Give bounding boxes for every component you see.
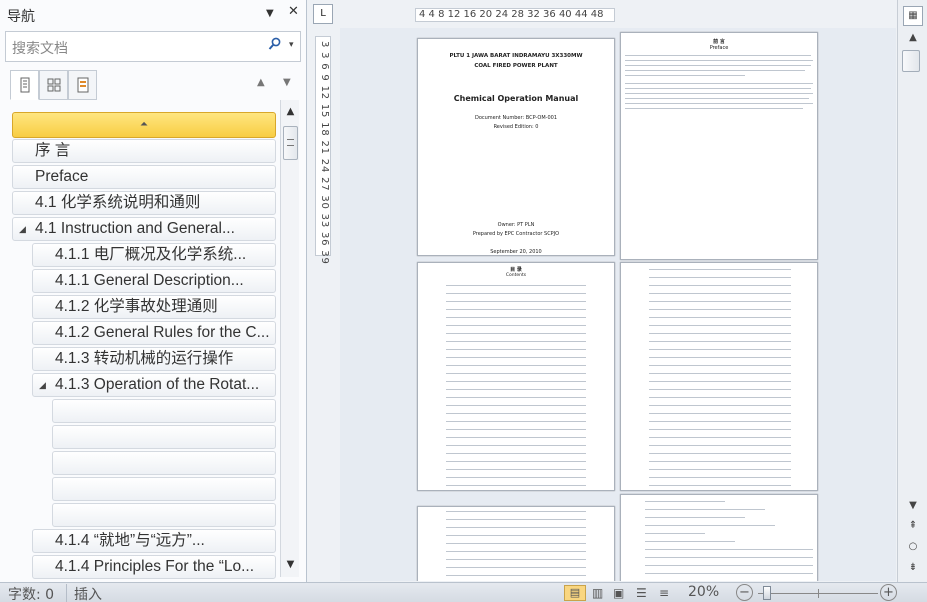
select-browse-object-icon[interactable]: ○ xyxy=(903,541,923,552)
draft-icon[interactable]: ≡ xyxy=(659,586,669,600)
cover-prepared-by: Prepared by EPC Contractor SCPJO xyxy=(472,231,560,237)
heading-item[interactable]: 序 言 xyxy=(12,139,276,163)
insert-mode[interactable]: 插入 xyxy=(74,584,102,602)
heading-item-empty[interactable] xyxy=(52,425,276,449)
vertical-ruler-marks: 3 3 6 9 12 15 18 21 24 27 30 33 36 39 xyxy=(319,41,330,265)
zoom-slider-thumb[interactable] xyxy=(763,586,771,600)
page-thumbnail[interactable] xyxy=(620,262,818,491)
scroll-up-arrow[interactable]: ▲ xyxy=(283,103,298,121)
navigation-pane: 导航 ▼ ✕ 搜索文档 ▾ ▲ ▼ ⏶ 序 言 Preface 4.1 化学系统… xyxy=(0,0,307,582)
document-scrollbar[interactable]: ▦ ▲ ▼ ⇞ ○ ⇟ xyxy=(897,0,927,582)
scroll-up-arrow[interactable]: ▲ xyxy=(903,32,923,43)
next-heading-arrow[interactable]: ▼ xyxy=(283,77,291,88)
nav-options-dropdown[interactable]: ▼ xyxy=(266,8,274,19)
page-thumbnail[interactable] xyxy=(417,506,615,581)
heading-item-label: 4.1 Instruction and General... xyxy=(35,220,235,237)
tab-headings[interactable] xyxy=(10,70,39,100)
horizontal-ruler[interactable]: 4 4 8 12 16 20 24 28 32 36 40 44 48 xyxy=(415,8,615,22)
heading-item-empty[interactable] xyxy=(52,503,276,527)
heading-list: ⏶ 序 言 Preface 4.1 化学系统说明和通则 ◢ 4.1 Instru… xyxy=(12,112,278,579)
nav-pane-title: 导航 xyxy=(7,9,35,25)
heading-item[interactable]: 4.1.3 转动机械的运行操作 xyxy=(32,347,276,371)
cover-owner: Owner: PT PLN xyxy=(497,222,535,228)
cover-line-1: PLTU 1 JAWA BARAT INDRAMAYU 3X330MW xyxy=(449,53,583,59)
heading-item-empty[interactable] xyxy=(52,451,276,475)
tab-stop-selector[interactable]: L xyxy=(313,4,333,24)
search-input[interactable]: 搜索文档 xyxy=(12,38,68,58)
heading-item-expanded[interactable]: ◢ 4.1.3 Operation of the Rotat... xyxy=(32,373,276,397)
heading-item[interactable]: 4.1.2 化学事故处理通则 xyxy=(32,295,276,319)
cover-line-2: COAL FIRED POWER PLANT xyxy=(474,63,558,69)
outline-icon[interactable]: ☰ xyxy=(636,586,647,600)
preface-title: Preface xyxy=(709,45,729,51)
collapse-all-button[interactable]: ⏶ xyxy=(12,112,276,138)
previous-heading-arrow[interactable]: ▲ xyxy=(257,77,265,88)
contents-heading: 目 录 xyxy=(510,267,522,273)
heading-item-label: 4.1.3 Operation of the Rotat... xyxy=(55,376,260,393)
tab-results[interactable] xyxy=(68,70,97,100)
cover-doc-number: Document Number: BCP-OM-001 xyxy=(474,115,558,121)
full-screen-reading-icon[interactable]: ▥ xyxy=(592,586,603,600)
expand-triangle-icon[interactable]: ◢ xyxy=(19,218,26,240)
zoom-slider-center-mark xyxy=(818,589,819,598)
heading-item[interactable]: 4.1.4 Principles For the “Lo... xyxy=(32,555,276,579)
heading-item[interactable]: 4.1.1 General Description... xyxy=(32,269,276,293)
nav-scrollbar[interactable]: ▲ ▼ xyxy=(280,100,299,577)
zoom-in-button[interactable]: + xyxy=(880,584,897,601)
heading-item[interactable]: 4.1 化学系统说明和通则 xyxy=(12,191,276,215)
heading-item[interactable]: 4.1.1 电厂概况及化学系统... xyxy=(32,243,276,267)
heading-item-empty[interactable] xyxy=(52,477,276,501)
page-thumbnail[interactable]: PLTU 1 JAWA BARAT INDRAMAYU 3X330MW COAL… xyxy=(417,38,615,256)
preface-heading: 前 言 xyxy=(713,39,725,45)
next-page-icon[interactable]: ⇟ xyxy=(903,562,923,573)
heading-item[interactable]: 4.1.2 General Rules for the C... xyxy=(32,321,276,345)
page-thumbnail[interactable] xyxy=(620,494,818,581)
zoom-level[interactable]: 20% xyxy=(688,584,719,600)
vertical-ruler[interactable]: 3 3 6 9 12 15 18 21 24 27 30 33 36 39 xyxy=(315,36,331,265)
document-scroll-thumb[interactable] xyxy=(902,50,920,72)
cover-date: September 20, 2010 xyxy=(490,249,542,255)
zoom-out-button[interactable]: − xyxy=(736,584,753,601)
cover-edition: Revised Edition: 0 xyxy=(493,124,539,130)
nav-scroll-thumb[interactable] xyxy=(283,126,298,160)
scroll-down-arrow[interactable]: ▼ xyxy=(283,556,298,574)
view-ruler-toggle-icon[interactable]: ▦ xyxy=(903,6,923,26)
word-count[interactable]: 字数: 0 xyxy=(8,584,54,602)
status-divider xyxy=(66,584,67,602)
page-thumbnail[interactable]: 目 录 Contents xyxy=(417,262,615,491)
heading-item-empty[interactable] xyxy=(52,399,276,423)
print-layout-icon[interactable]: ▤ xyxy=(564,585,586,601)
search-box[interactable]: 搜索文档 ▾ xyxy=(5,31,301,62)
nav-close-icon[interactable]: ✕ xyxy=(288,4,299,19)
cover-title: Chemical Operation Manual xyxy=(453,94,579,103)
expand-triangle-icon[interactable]: ◢ xyxy=(39,374,46,396)
page-thumbnail[interactable]: 前 言 Preface xyxy=(620,32,818,260)
heading-item[interactable]: Preface xyxy=(12,165,276,189)
search-options-chevron-down-icon[interactable]: ▾ xyxy=(289,40,294,50)
web-layout-icon[interactable]: ▣ xyxy=(613,586,624,600)
contents-title: Contents xyxy=(505,273,527,278)
heading-item-expanded[interactable]: ◢ 4.1 Instruction and General... xyxy=(12,217,276,241)
document-area[interactable]: PLTU 1 JAWA BARAT INDRAMAYU 3X330MW COAL… xyxy=(340,28,896,581)
tab-pages[interactable] xyxy=(39,70,68,100)
status-bar: 字数: 0 插入 ▤ ▥ ▣ ☰ ≡ 20% − + xyxy=(0,582,927,602)
search-icon[interactable] xyxy=(268,37,282,55)
scroll-down-arrow[interactable]: ▼ xyxy=(903,500,923,511)
previous-page-icon[interactable]: ⇞ xyxy=(903,520,923,531)
heading-item[interactable]: 4.1.4 “就地”与“远方”... xyxy=(32,529,276,553)
